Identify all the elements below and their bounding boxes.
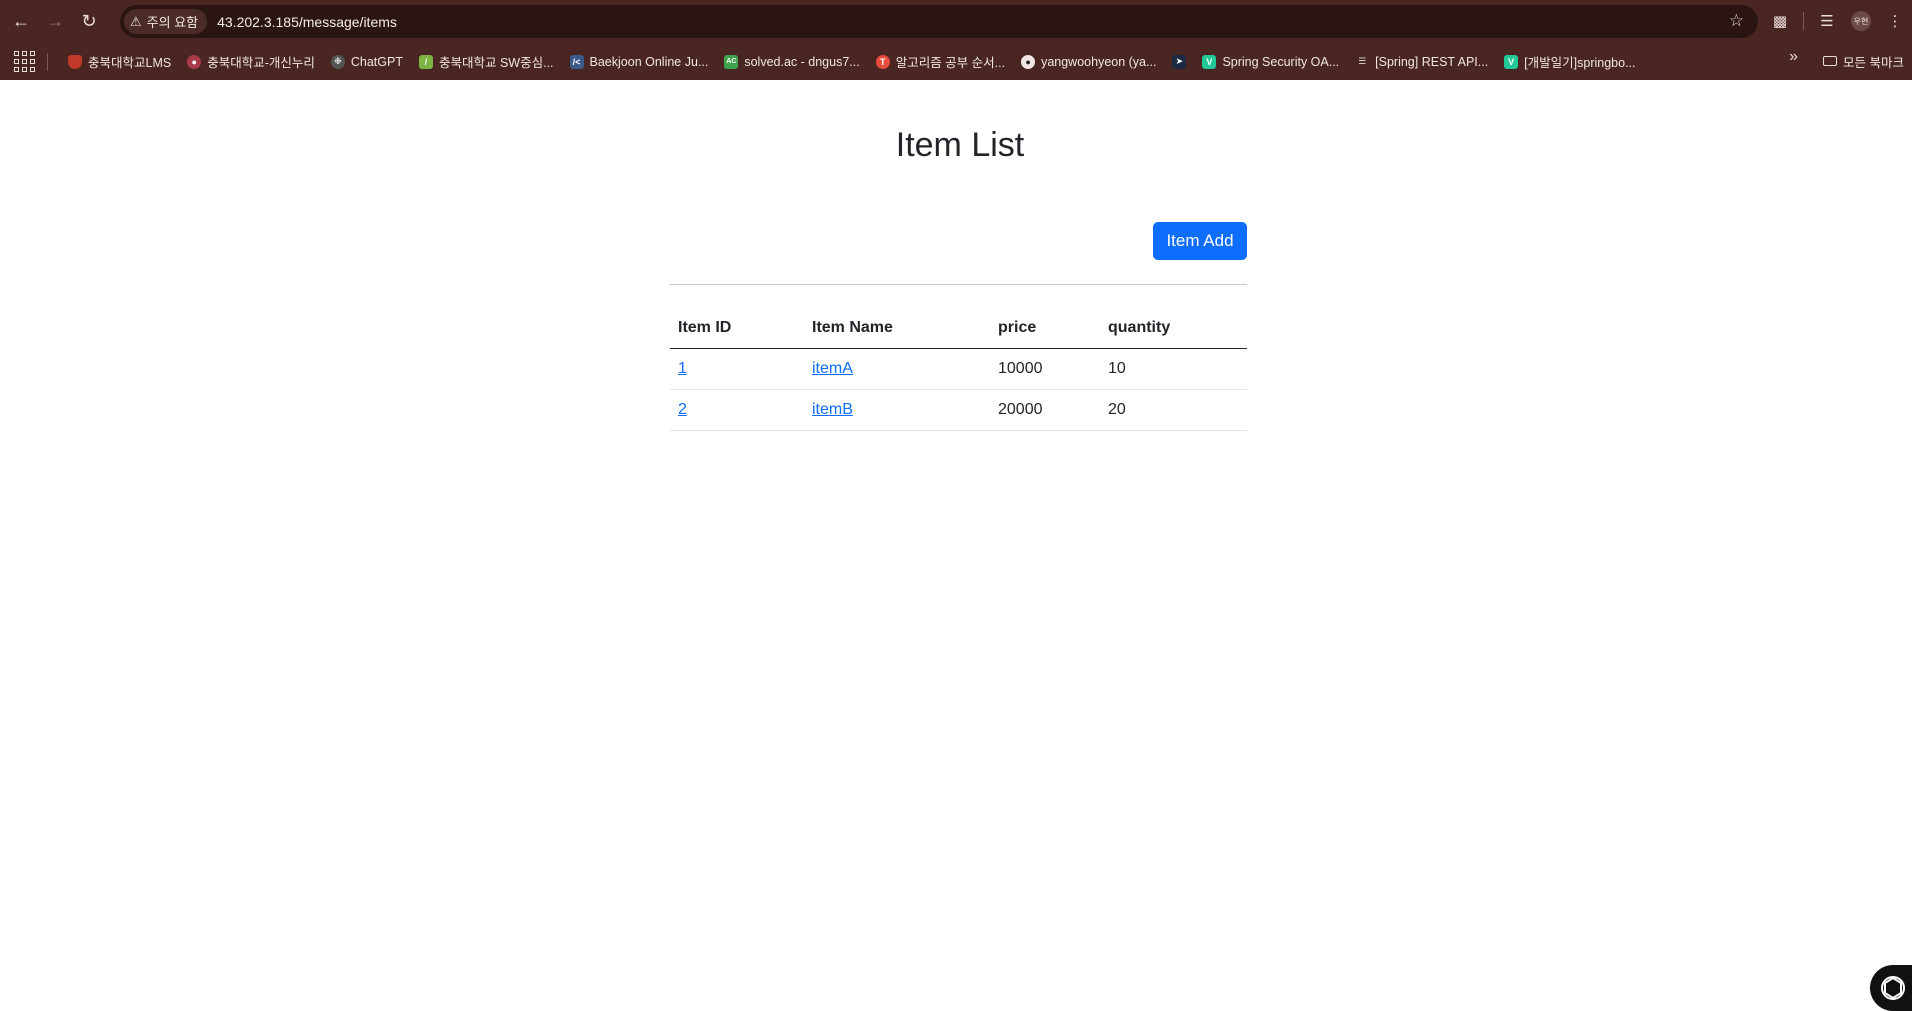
bookmark-item[interactable]: ● 충북대학교-개신누리 [179,48,323,76]
openai-logo-icon [1881,976,1905,1000]
bookmark-item[interactable]: ● yangwoohyeon (ya... [1013,48,1164,76]
header-quantity: quantity [1100,308,1247,349]
bookmark-label: [Spring] REST API... [1375,54,1489,69]
item-id-link[interactable]: 1 [678,360,687,377]
stack-icon: ☰ [1358,56,1367,66]
bookmark-item[interactable]: V [개발일기]springbo... [1496,48,1643,76]
browser-toolbar: ← → ↻ ⚠ 주의 요함 43.202.3.185/message/items… [0,0,1912,43]
header-item-name: Item Name [804,308,990,349]
reload-icon[interactable]: ↻ [72,5,106,39]
bookmark-item[interactable]: /< Baekjoon Online Ju... [562,48,717,76]
url-text[interactable]: 43.202.3.185/message/items [217,14,397,30]
warning-icon: ⚠ [130,13,142,29]
bookmark-label: solved.ac - dngus7... [744,54,860,69]
swift-logo-icon: ➤ [1172,54,1187,69]
cell-price: 20000 [990,389,1100,431]
cell-quantity: 20 [1100,389,1247,431]
cell-item-name: itemB [804,389,990,431]
chatgpt-icon: ❉ [330,54,345,69]
chevron-double-right-icon[interactable]: » [1789,48,1798,66]
bookmark-label: 알고리즘 공부 순서... [895,56,1006,70]
solved-ac-icon: AC [724,54,739,69]
bookmark-label: Baekjoon Online Ju... [589,54,709,69]
avatar: 우현 [1851,11,1871,31]
velog-icon: V [1504,54,1519,69]
item-id-link[interactable]: 2 [678,401,687,418]
header-price: price [990,308,1100,349]
address-bar[interactable]: ⚠ 주의 요함 43.202.3.185/message/items ☆ [120,5,1758,38]
bookmark-label: Spring Security OA... [1222,54,1340,69]
cell-price: 10000 [990,348,1100,390]
bookmark-label: 충북대학교LMS [88,56,172,70]
table-row: 1 itemA 10000 10 [670,348,1247,390]
bookmark-item[interactable]: T 알고리즘 공부 순서... [868,48,1013,76]
forward-icon[interactable]: → [38,5,72,39]
bookmark-item[interactable]: V Spring Security OA... [1194,48,1347,76]
profile-button[interactable]: 우현 [1844,4,1878,38]
divider [670,284,1247,285]
github-icon: ● [1021,54,1036,69]
all-bookmarks-label: 모든 북마크 [1843,55,1904,70]
bookmark-item[interactable]: / 충북대학교 SW중심... [411,48,562,76]
bookmark-label: yangwoohyeon (ya... [1041,54,1157,69]
circle-logo-icon: ● [187,54,202,69]
menu-icon[interactable]: ⋮ [1878,4,1912,38]
tistory-icon: T [875,54,890,69]
security-chip[interactable]: ⚠ 주의 요함 [124,9,208,34]
bookmark-item[interactable]: ❉ ChatGPT [323,48,411,76]
cell-item-id: 2 [670,389,804,431]
apps-grid-icon[interactable] [11,49,37,75]
media-control-icon[interactable]: ☰ [1810,4,1844,38]
page-title: Item List [895,126,1025,164]
back-icon[interactable]: ← [4,5,38,39]
cell-item-id: 1 [670,348,804,390]
bookmark-item[interactable]: ➤ [1164,48,1194,76]
bookmark-label: 충북대학교-개신누리 [207,56,315,70]
toolbar-right: ▩ ☰ 우현 ⋮ [1763,4,1912,38]
item-name-link[interactable]: itemB [812,401,853,418]
bookmark-item[interactable]: ☰ [Spring] REST API... [1347,48,1496,76]
bookmarks-bar: 충북대학교LMS ● 충북대학교-개신누리 ❉ ChatGPT / 충북대학교 … [0,43,1912,80]
toolbar-separator [1803,12,1804,30]
assistant-button[interactable] [1870,965,1912,1011]
table-row: 2 itemB 20000 20 [670,389,1247,431]
item-name-link[interactable]: itemA [812,360,853,377]
bookmark-label: 충북대학교 SW중심... [438,56,554,70]
baekjoon-icon: /< [569,54,584,69]
velog-icon: V [1202,54,1217,69]
items-table: Item ID Item Name price quantity 1 itemA… [670,308,1247,431]
security-label: 주의 요함 [146,15,199,30]
sw-logo-icon: / [418,54,433,69]
extensions-icon[interactable]: ▩ [1763,4,1797,38]
all-bookmarks-button[interactable]: 모든 북마크 [1823,47,1904,75]
bookmark-item[interactable]: AC solved.ac - dngus7... [716,48,867,76]
item-add-button[interactable]: Item Add [1153,222,1247,260]
bookmark-star-icon[interactable]: ☆ [1729,11,1744,31]
shield-icon [68,54,82,69]
header-item-id: Item ID [670,308,804,349]
table-header-row: Item ID Item Name price quantity [670,308,1247,349]
cell-quantity: 10 [1100,348,1247,390]
page-content: Item List Item Add Item ID Item Name pri… [0,80,1912,1011]
bookmark-item[interactable]: 충북대학교LMS [60,48,179,76]
folder-icon [1823,56,1838,66]
cell-item-name: itemA [804,348,990,390]
bookmarks-separator [47,52,48,71]
bookmark-label: [개발일기]springbo... [1524,56,1636,70]
bookmark-label: ChatGPT [350,54,403,69]
